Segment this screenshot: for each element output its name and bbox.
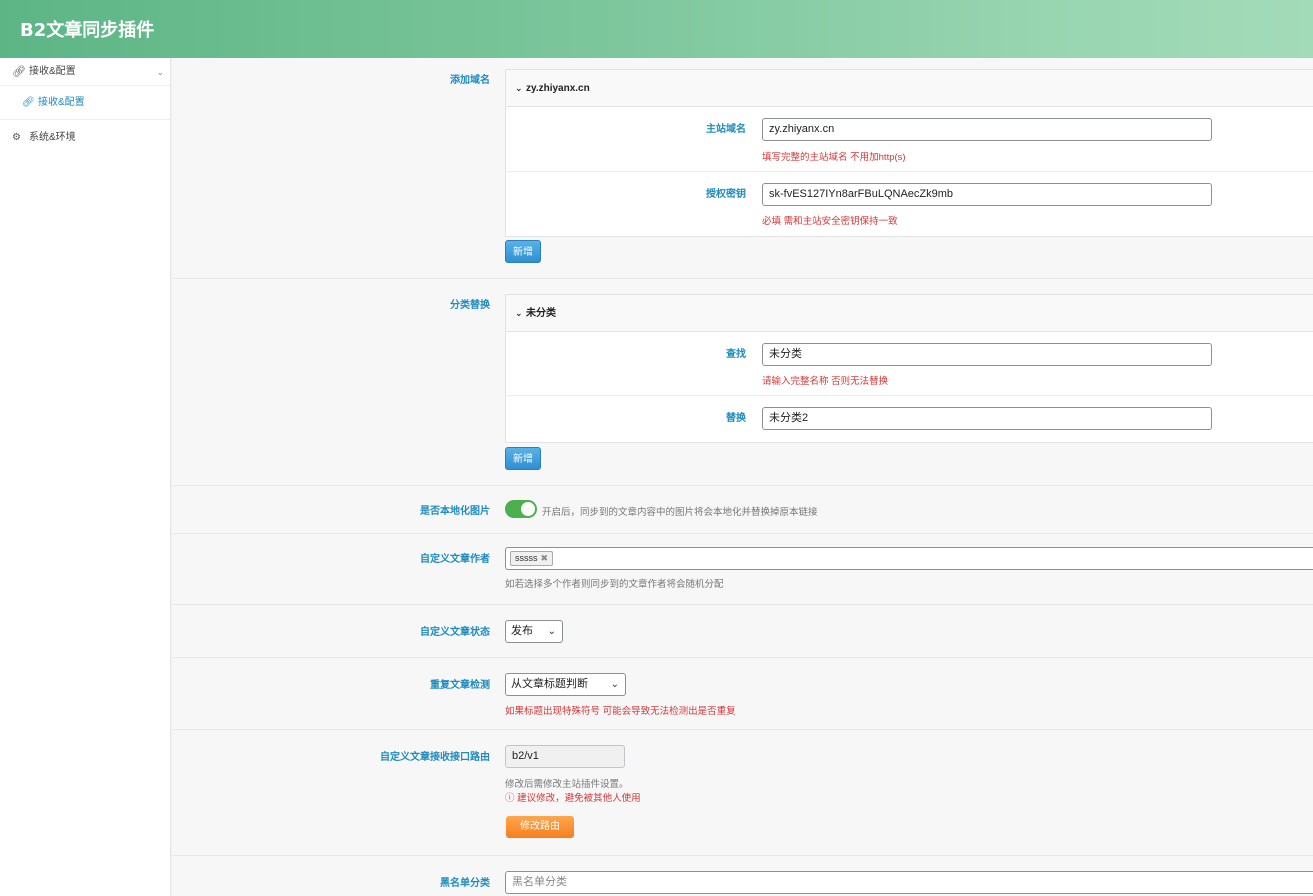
domain-accordion-title: zy.zhiyanx.cn xyxy=(526,83,590,94)
find-field: 查找 未分类 请输入完整名称 否则无法替换 xyxy=(506,332,1313,396)
route-desc: 修改后需修改主站插件设置。 xyxy=(505,779,629,790)
auth-key-label: 授权密钥 xyxy=(706,189,746,200)
route-warning-text: 建议修改，避免被其他人使用 xyxy=(517,793,641,804)
localize-desc: 开启后，同步到的文章内容中的图片将会本地化并替换掉原本链接 xyxy=(542,507,818,518)
domain-accordion-header[interactable]: ⌄ zy.zhiyanx.cn xyxy=(506,70,1313,107)
chevron-down-icon: ⌄ xyxy=(156,67,164,77)
app-title: B2文章同步插件 xyxy=(20,20,155,41)
toggle-knob xyxy=(521,502,535,516)
author-label: 自定义文章作者 xyxy=(420,554,490,565)
replace-field: 替换 未分类2 xyxy=(506,396,1313,442)
sidebar-subitem-receive-config[interactable]: 🔗︎ 接收&配置 xyxy=(0,86,170,120)
find-label: 查找 xyxy=(726,349,746,360)
duplicate-row: 重复文章检测 从文章标题判断 ⌄ 如果标题出现特殊符号 可能会导致无法检测出是否… xyxy=(172,658,1313,730)
link-icon: 🔗︎ xyxy=(22,97,35,108)
sidebar-item-receive-config[interactable]: 🔗︎ 接收&配置 ⌄ xyxy=(0,58,170,86)
duplicate-select[interactable]: 从文章标题判断 ⌄ xyxy=(505,673,626,696)
status-select[interactable]: 发布 ⌄ xyxy=(505,620,563,643)
sidebar: 🔗︎ 接收&配置 ⌄ 🔗︎ 接收&配置 ⚙ 系统&环境 xyxy=(0,58,171,896)
localize-label: 是否本地化图片 xyxy=(420,506,490,517)
link-icon: 🔗︎ xyxy=(12,66,26,78)
domains-row: 添加域名 ⌄ zy.zhiyanx.cn 主站域名 zy.zhiyanx.cn … xyxy=(172,58,1313,279)
localize-toggle[interactable] xyxy=(505,500,537,518)
close-icon[interactable]: ✖ xyxy=(541,553,549,563)
author-tag-label: sssss xyxy=(515,553,538,563)
replace-input[interactable]: 未分类2 xyxy=(762,407,1212,430)
blacklist-label: 黑名单分类 xyxy=(440,878,490,889)
category-accordion: ⌄ 未分类 查找 未分类 请输入完整名称 否则无法替换 替换 未分类2 xyxy=(505,294,1313,443)
duplicate-select-value: 从文章标题判断 xyxy=(511,678,588,690)
route-input[interactable]: b2/v1 xyxy=(505,745,625,768)
duplicate-hint: 如果标题出现特殊符号 可能会导致无法检测出是否重复 xyxy=(505,706,736,717)
main-domain-input[interactable]: zy.zhiyanx.cn xyxy=(762,118,1212,141)
route-warning: ⓘ 建议修改，避免被其他人使用 xyxy=(505,790,641,804)
replace-label: 替换 xyxy=(726,413,746,424)
auth-key-hint: 必填 需和主站安全密钥保持一致 xyxy=(762,216,898,227)
chevron-down-icon: ⌄ xyxy=(547,626,556,637)
blacklist-row: 黑名单分类 黑名单分类 xyxy=(172,856,1313,896)
author-select[interactable]: sssss ✖ xyxy=(505,547,1313,570)
domains-label: 添加域名 xyxy=(450,75,490,86)
localize-row: 是否本地化图片 开启后，同步到的文章内容中的图片将会本地化并替换掉原本链接 xyxy=(172,486,1313,534)
sidebar-item-label: 系统&环境 xyxy=(29,132,76,143)
author-tag[interactable]: sssss ✖ xyxy=(510,551,554,566)
status-select-value: 发布 xyxy=(511,625,533,637)
author-row: 自定义文章作者 sssss ✖ 如若选择多个作者则同步到的文章作者将会随机分配 xyxy=(172,534,1313,605)
auth-key-input[interactable]: sk-fvES127IYn8arFBuLQNAecZk9mb xyxy=(762,183,1212,206)
category-accordion-header[interactable]: ⌄ 未分类 xyxy=(506,295,1313,332)
gears-icon: ⚙ xyxy=(12,132,21,143)
modify-route-button[interactable]: 修改路由 xyxy=(506,816,574,838)
category-label: 分类替换 xyxy=(450,300,490,311)
chevron-down-icon: ⌄ xyxy=(515,308,523,318)
chevron-down-icon: ⌄ xyxy=(515,83,523,93)
duplicate-label: 重复文章检测 xyxy=(430,680,490,691)
add-domain-button[interactable]: 新增 xyxy=(505,240,541,263)
category-row: 分类替换 ⌄ 未分类 查找 未分类 请输入完整名称 否则无法替换 替换 未分类2… xyxy=(172,279,1313,486)
sidebar-item-label: 接收&配置 xyxy=(29,66,76,77)
sidebar-item-system-env[interactable]: ⚙ 系统&环境 xyxy=(0,120,170,156)
route-row: 自定义文章接收接口路由 b2/v1 修改后需修改主站插件设置。 ⓘ 建议修改，避… xyxy=(172,730,1313,856)
route-label: 自定义文章接收接口路由 xyxy=(380,752,490,763)
main-domain-hint: 填写完整的主站域名 不用加http(s) xyxy=(762,152,906,163)
settings-content: 添加域名 ⌄ zy.zhiyanx.cn 主站域名 zy.zhiyanx.cn … xyxy=(172,58,1313,896)
main-domain-field: 主站域名 zy.zhiyanx.cn 填写完整的主站域名 不用加http(s) xyxy=(506,107,1313,172)
main-domain-label: 主站域名 xyxy=(706,124,746,135)
sidebar-subitem-label: 接收&配置 xyxy=(38,97,85,108)
find-hint: 请输入完整名称 否则无法替换 xyxy=(762,376,889,387)
find-input[interactable]: 未分类 xyxy=(762,343,1212,366)
status-row: 自定义文章状态 发布 ⌄ xyxy=(172,605,1313,658)
alert-icon: ⓘ xyxy=(505,793,518,804)
category-accordion-title: 未分类 xyxy=(526,308,556,319)
add-category-button[interactable]: 新增 xyxy=(505,447,541,470)
domain-accordion: ⌄ zy.zhiyanx.cn 主站域名 zy.zhiyanx.cn 填写完整的… xyxy=(505,69,1313,237)
app-header: B2文章同步插件 xyxy=(0,0,1313,58)
author-desc: 如若选择多个作者则同步到的文章作者将会随机分配 xyxy=(505,579,724,590)
blacklist-input[interactable]: 黑名单分类 xyxy=(505,871,1313,894)
chevron-down-icon: ⌄ xyxy=(610,679,619,690)
status-label: 自定义文章状态 xyxy=(420,627,490,638)
auth-key-field: 授权密钥 sk-fvES127IYn8arFBuLQNAecZk9mb 必填 需… xyxy=(506,172,1313,236)
